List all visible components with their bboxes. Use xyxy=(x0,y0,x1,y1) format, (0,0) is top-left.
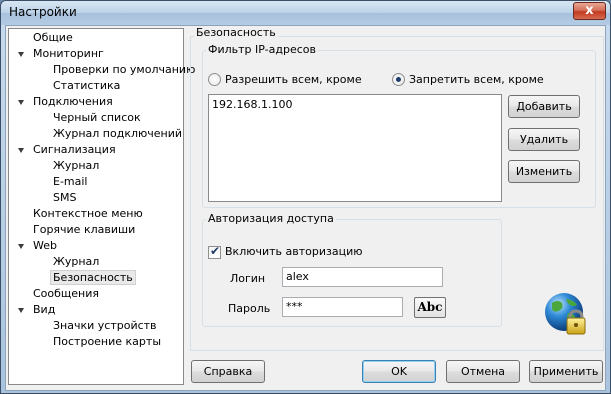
expanded-arrow-icon[interactable] xyxy=(18,148,24,153)
tree-item-statistics[interactable]: Статистика xyxy=(53,78,120,94)
expanded-arrow-icon[interactable] xyxy=(18,100,24,105)
tree-item-label: Проверки по умолчанию xyxy=(53,63,196,76)
tree-item-web[interactable]: Web xyxy=(18,238,57,254)
tree-item-label: Значки устройств xyxy=(53,319,157,332)
settings-window: Настройки x Общие Мониторинг Проверки по… xyxy=(0,0,611,394)
tree-item-security[interactable]: Безопасность xyxy=(50,270,136,286)
tree-item-label: Вид xyxy=(33,303,56,316)
ip-address-list[interactable]: 192.168.1.100 xyxy=(208,94,502,202)
tree-item-label: Журнал xyxy=(53,255,100,268)
tree-item-device-icons[interactable]: Значки устройств xyxy=(53,318,157,334)
login-field[interactable]: alex xyxy=(282,267,443,287)
tree-item-blacklist[interactable]: Черный список xyxy=(53,110,141,126)
list-item[interactable]: 192.168.1.100 xyxy=(212,98,498,111)
tree-item-label: Статистика xyxy=(53,79,121,92)
tree-item-alarms[interactable]: Сигнализация xyxy=(18,142,116,158)
tree-item-label: Контекстное меню xyxy=(33,207,143,220)
tree-item-label: Подключения xyxy=(33,95,113,108)
show-password-button[interactable]: Abc xyxy=(414,297,446,318)
page-title: Безопасность xyxy=(194,26,278,39)
auth-group-label: Авторизация доступа xyxy=(206,212,336,225)
settings-tree[interactable]: Общие Мониторинг Проверки по умолчанию С… xyxy=(8,28,195,385)
tree-item-label: Черный список xyxy=(53,111,141,124)
help-button[interactable]: Справка xyxy=(191,360,265,383)
allow-all-except-radio[interactable] xyxy=(208,73,221,86)
window-title: Настройки xyxy=(9,5,77,19)
ip-filter-label: Фильтр IP-адресов xyxy=(206,43,318,56)
login-label: Логин xyxy=(230,272,266,285)
password-label: Пароль xyxy=(228,302,271,315)
tree-item-view[interactable]: Вид xyxy=(18,302,56,318)
add-button[interactable]: Добавить xyxy=(508,95,580,118)
ok-button[interactable]: OK xyxy=(362,360,436,383)
edit-button[interactable]: Изменить xyxy=(508,160,580,183)
tree-item-label: SMS xyxy=(53,191,77,204)
tree-item-label: Сигнализация xyxy=(33,143,116,156)
tree-item-label: Web xyxy=(33,239,57,252)
tree-item-connections[interactable]: Подключения xyxy=(18,94,113,110)
enable-auth-checkbox[interactable]: ✔ xyxy=(208,244,221,259)
tree-item-label: Построение карты xyxy=(53,335,162,348)
close-button[interactable]: x xyxy=(573,2,606,20)
enable-auth-label[interactable]: Включить авторизацию xyxy=(225,245,363,258)
tree-item-monitoring[interactable]: Мониторинг xyxy=(18,46,104,62)
tree-item-messages[interactable]: Сообщения xyxy=(33,286,99,302)
globe-lock-icon xyxy=(545,293,586,335)
allow-all-except-label[interactable]: Разрешить всем, кроме xyxy=(225,73,362,86)
expanded-arrow-icon[interactable] xyxy=(18,52,24,57)
deny-all-except-label[interactable]: Запретить всем, кроме xyxy=(409,73,544,86)
tree-item-connection-log[interactable]: Журнал подключений xyxy=(53,126,182,142)
tree-item-label: Общие xyxy=(33,31,73,44)
tree-item-label: Журнал подключений xyxy=(53,127,183,140)
tree-item-label: Мониторинг xyxy=(33,47,104,60)
tree-item-label: Горячие клавиши xyxy=(33,223,136,236)
tree-item-web-log[interactable]: Журнал xyxy=(53,254,99,270)
tree-item-default-checks[interactable]: Проверки по умолчанию xyxy=(53,62,195,78)
expanded-arrow-icon[interactable] xyxy=(18,244,24,249)
tree-item-alarm-log[interactable]: Журнал xyxy=(53,158,99,174)
cancel-button[interactable]: Отмена xyxy=(446,360,520,383)
tree-item-label: Безопасность xyxy=(50,270,136,285)
tree-item-sms[interactable]: SMS xyxy=(53,190,76,206)
apply-button[interactable]: Применить xyxy=(529,360,603,383)
tree-item-label: E-mail xyxy=(53,175,88,188)
tree-item-hotkeys[interactable]: Горячие клавиши xyxy=(33,222,135,238)
deny-all-except-radio[interactable] xyxy=(392,73,405,86)
password-field[interactable]: *** xyxy=(282,297,403,317)
checkmark-icon: ✔ xyxy=(210,244,221,258)
tree-item-general[interactable]: Общие xyxy=(33,30,73,46)
remove-button[interactable]: Удалить xyxy=(508,128,580,151)
tree-item-map-building[interactable]: Построение карты xyxy=(53,334,161,350)
tree-item-label: Сообщения xyxy=(33,287,100,300)
close-icon: x xyxy=(585,3,594,18)
tree-item-label: Журнал xyxy=(53,159,100,172)
tree-item-email[interactable]: E-mail xyxy=(53,174,88,190)
expanded-arrow-icon[interactable] xyxy=(18,308,24,313)
title-bar[interactable]: Настройки x xyxy=(1,1,610,25)
dialog-body: Общие Мониторинг Проверки по умолчанию С… xyxy=(5,25,606,391)
tree-item-context-menu[interactable]: Контекстное меню xyxy=(33,206,143,222)
